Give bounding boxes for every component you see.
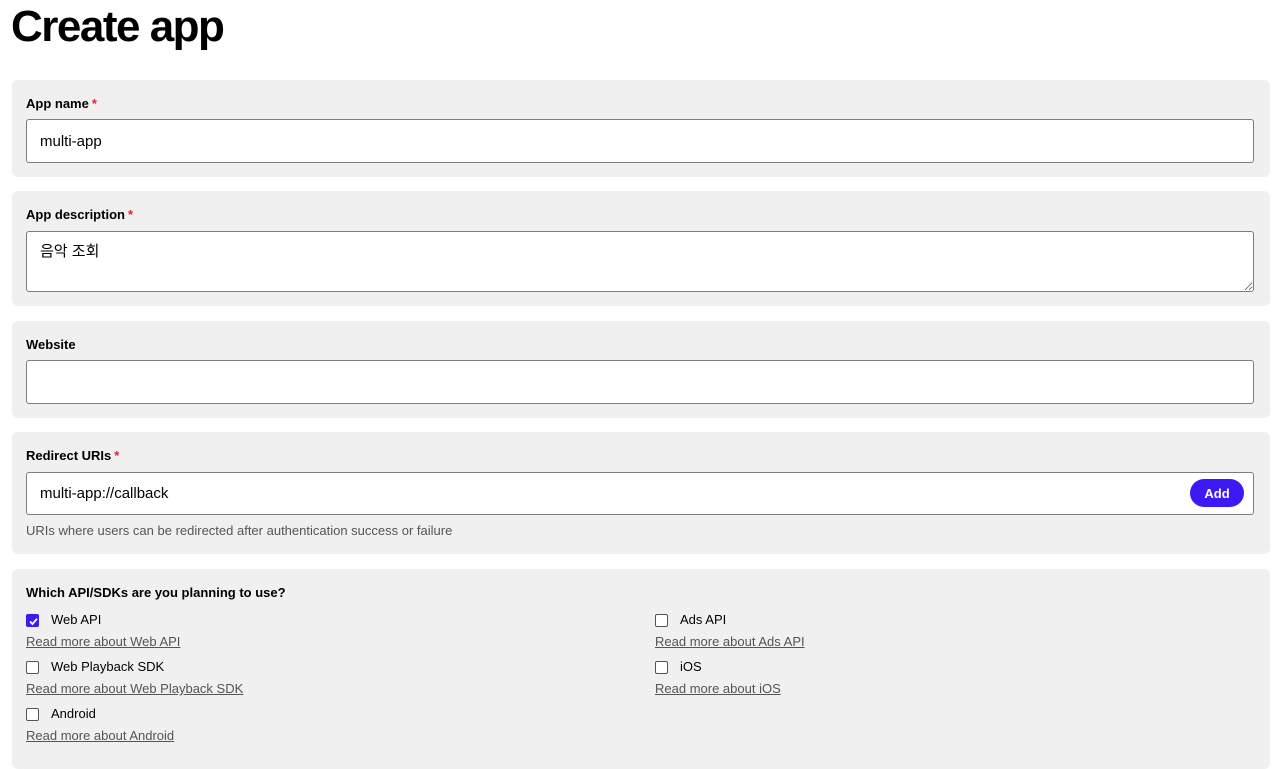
redirect-uris-label: Redirect URIs * xyxy=(26,448,120,463)
ads-api-label[interactable]: Ads API xyxy=(680,612,726,627)
web-api-label[interactable]: Web API xyxy=(51,612,101,627)
app-description-section: App description * 음악 조회 xyxy=(12,191,1270,306)
website-section: Website xyxy=(12,321,1270,418)
required-mark: * xyxy=(114,448,120,463)
android-checkbox[interactable] xyxy=(26,708,39,721)
required-mark: * xyxy=(91,96,97,111)
android-label[interactable]: Android xyxy=(51,706,96,721)
checkmark-icon xyxy=(29,618,38,626)
web-playback-sdk-label[interactable]: Web Playback SDK xyxy=(51,659,164,674)
required-mark: * xyxy=(127,207,134,222)
web-api-checkbox[interactable] xyxy=(26,614,39,627)
website-label: Website xyxy=(26,337,76,352)
redirect-uris-section: Redirect URIs* Add URIs where users can … xyxy=(12,432,1270,554)
ios-checkbox[interactable] xyxy=(655,661,668,674)
apis-section: Which API/SDKs are you planning to use? … xyxy=(12,569,1270,769)
page-title: Create app xyxy=(11,2,225,51)
app-name-section: App name * xyxy=(12,80,1270,177)
website-input[interactable] xyxy=(26,360,1254,404)
app-name-input[interactable] xyxy=(26,119,1254,163)
web-playback-sdk-checkbox[interactable] xyxy=(26,661,39,674)
app-description-textarea[interactable]: 음악 조회 xyxy=(26,231,1254,292)
add-redirect-uri-button[interactable]: Add xyxy=(1190,479,1244,507)
redirect-uris-helper-text: URIs where users can be redirected after… xyxy=(26,523,453,538)
ads-api-link[interactable]: Read more about Ads API xyxy=(655,634,805,649)
ads-api-checkbox[interactable] xyxy=(655,614,668,627)
app-name-label: App name * xyxy=(26,96,97,111)
web-api-link[interactable]: Read more about Web API xyxy=(26,634,180,649)
ios-label[interactable]: iOS xyxy=(680,659,702,674)
web-playback-sdk-link[interactable]: Read more about Web Playback SDK xyxy=(26,681,243,696)
ios-link[interactable]: Read more about iOS xyxy=(655,681,781,696)
apis-label: Which API/SDKs are you planning to use? xyxy=(26,585,286,600)
redirect-uri-input[interactable] xyxy=(26,472,1254,515)
app-description-label: App description * xyxy=(26,207,134,222)
android-link[interactable]: Read more about Android xyxy=(26,728,174,743)
